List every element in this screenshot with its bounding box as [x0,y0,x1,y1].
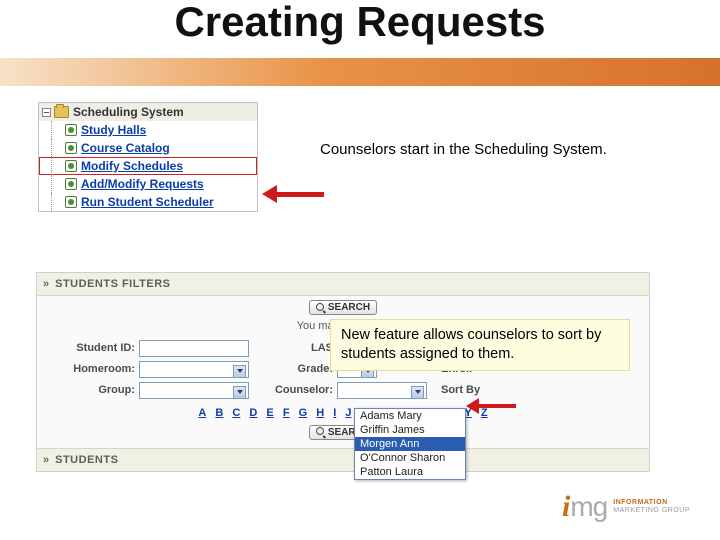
header-gradient-bar [0,58,720,86]
alpha-g[interactable]: G [299,407,308,419]
counselor-option-selected[interactable]: Morgen Ann [355,437,465,451]
alpha-b[interactable]: B [215,407,223,419]
students-filters-panel: » STUDENTS FILTERS SEARCH You may use En… [36,272,650,472]
tree-item-course-catalog[interactable]: Course Catalog [39,139,257,157]
search-icon [316,303,326,313]
arrow-to-counselor-dropdown [466,398,516,414]
alpha-h[interactable]: H [316,407,324,419]
tree-link[interactable]: Modify Schedules [81,159,183,173]
tree-item-modify-schedules[interactable]: Modify Schedules [39,157,257,175]
slide-title: Creating Requests [0,0,720,46]
alpha-j[interactable]: J [345,407,351,419]
search-button-top[interactable]: SEARCH [309,300,377,315]
logo-line2: MARKETING GROUP [613,507,690,514]
label-last: LAS [253,342,333,354]
alpha-c[interactable]: C [232,407,240,419]
input-student-id[interactable] [139,340,249,357]
page-icon [65,160,77,172]
tree-link[interactable]: Course Catalog [81,141,170,155]
tree-root-label: Scheduling System [73,105,184,119]
expand-icon[interactable]: » [43,454,47,466]
label-sort-by: Sort By [441,384,521,396]
filters-header[interactable]: » STUDENTS FILTERS [37,273,649,296]
tree-item-run-student-scheduler[interactable]: Run Student Scheduler [39,193,257,211]
label-group: Group: [45,384,135,396]
img-logo: img INFORMATION MARKETING GROUP [562,490,690,524]
tree-root-scheduling-system[interactable]: Scheduling System [39,103,257,121]
select-group[interactable] [139,382,249,399]
label-student-id: Student ID: [45,342,135,354]
alpha-i[interactable]: I [333,407,336,419]
page-icon [65,142,77,154]
nav-tree: Scheduling System Study Halls Course Cat… [38,102,258,212]
students-footer-label: STUDENTS [55,454,118,466]
alpha-d[interactable]: D [249,407,257,419]
arrow-to-modify-schedules [262,185,324,203]
page-icon [65,124,77,136]
counselor-option[interactable]: Adams Mary [355,409,465,423]
logo-line1: INFORMATION [613,499,667,506]
alpha-e[interactable]: E [266,407,273,419]
alpha-f[interactable]: F [283,407,290,419]
alphabet-filter: A B C D E F G H I J K L M N W X Y Z [45,407,641,419]
filters-title: STUDENTS FILTERS [55,278,170,290]
tree-item-add-modify-requests[interactable]: Add/Modify Requests [39,175,257,193]
counselor-option[interactable]: O'Connor Sharon [355,451,465,465]
students-footer[interactable]: » STUDENTS [37,448,649,471]
callout-scheduling-system: Counselors start in the Scheduling Syste… [310,137,617,162]
logo-mg: mg [570,491,607,522]
counselor-option[interactable]: Patton Laura [355,465,465,479]
label-homeroom: Homeroom: [45,363,135,375]
folder-icon [54,106,69,118]
tree-link[interactable]: Run Student Scheduler [81,195,214,209]
alpha-a[interactable]: A [198,407,206,419]
search-button-label: SEARCH [328,302,370,313]
label-grade: Grade: [253,363,333,375]
expand-icon[interactable]: » [43,278,47,290]
tree-link[interactable]: Study Halls [81,123,146,137]
counselor-dropdown-list[interactable]: Adams Mary Griffin James Morgen Ann O'Co… [354,408,466,480]
collapse-icon[interactable] [42,108,51,117]
select-homeroom[interactable] [139,361,249,378]
tree-item-study-halls[interactable]: Study Halls [39,121,257,139]
counselor-option[interactable]: Griffin James [355,423,465,437]
page-icon [65,196,77,208]
search-icon [316,427,326,437]
select-counselor[interactable] [337,382,427,399]
label-counselor: Counselor: [253,384,333,396]
tree-link[interactable]: Add/Modify Requests [81,177,204,191]
page-icon [65,178,77,190]
callout-new-feature: New feature allows counselors to sort by… [330,319,630,371]
